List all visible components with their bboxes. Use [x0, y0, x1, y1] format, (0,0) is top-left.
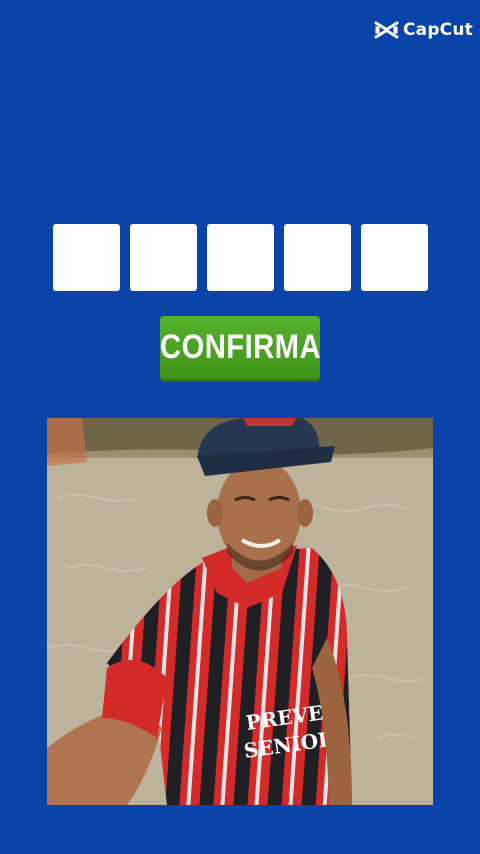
capcut-logo-icon	[374, 20, 399, 40]
capcut-watermark: CapCut	[374, 20, 473, 40]
code-input-group	[53, 224, 428, 291]
capcut-wordmark: CapCut	[402, 20, 473, 40]
code-input-box-1[interactable]	[53, 224, 120, 291]
code-input-box-3[interactable]	[207, 224, 274, 291]
code-input-box-4[interactable]	[284, 224, 351, 291]
confirm-button[interactable]: CONFIRMA	[160, 316, 321, 379]
code-input-box-5[interactable]	[361, 224, 428, 291]
code-input-box-2[interactable]	[130, 224, 197, 291]
selfie-photo: PREVEN SENIOR	[47, 418, 433, 805]
